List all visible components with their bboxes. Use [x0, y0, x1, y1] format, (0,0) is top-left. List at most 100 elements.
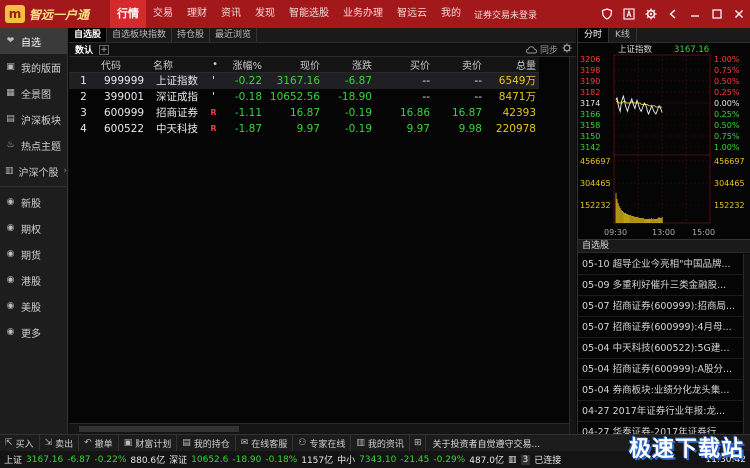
column-header[interactable]: 现价 — [265, 57, 323, 73]
watchlist-tab[interactable]: 自选板块指数 — [107, 28, 173, 42]
close-icon[interactable] — [728, 0, 750, 28]
sidebar-item[interactable]: ◉ 期货 — [0, 241, 67, 267]
sz-price: 10652.6 — [191, 454, 229, 465]
watchlist-tab[interactable]: 持仓股 — [172, 28, 211, 42]
sidebar-item-label: 全景图 — [21, 89, 51, 101]
table-row[interactable]: 1 999999 上证指数 ' -0.22 3167.16 -6.87 -- -- 6549万 — [69, 72, 539, 89]
news-item[interactable]: 05-04 券商板块:业绩分化龙头集... — [578, 380, 743, 401]
font-icon[interactable] — [618, 0, 640, 28]
nav-item[interactable]: 业务办理 — [336, 0, 390, 28]
table-settings-icon[interactable] — [562, 43, 576, 56]
sidebar-item[interactable]: ◉ 美股 — [0, 293, 67, 319]
column-header[interactable]: 涨幅% — [221, 57, 265, 73]
shield-icon[interactable] — [596, 0, 618, 28]
ask-price: 16.87 — [451, 106, 482, 119]
sidebar-item[interactable]: ◉ 新股 — [0, 189, 67, 215]
nav-item[interactable]: 我的 — [434, 0, 468, 28]
announcement-text[interactable]: 关于投资者自觉遵守交易... — [426, 437, 546, 450]
stock-code: 600999 — [104, 106, 145, 119]
column-header[interactable]: 名称 — [153, 57, 209, 73]
function-button[interactable]: ▣ 财富计划 — [119, 434, 178, 452]
hk-icon: ◉ — [6, 275, 15, 285]
column-header[interactable]: 买价 — [375, 57, 433, 73]
sidebar-item[interactable]: ▥ 沪深个股 › — [0, 158, 67, 184]
watchlist-tab[interactable]: 自选股 — [69, 28, 108, 42]
column-header[interactable]: • — [209, 57, 221, 73]
sz-label[interactable]: 深证 — [169, 453, 187, 466]
volume: 220978 — [495, 122, 536, 135]
pct-tick: 0.00% — [714, 99, 740, 108]
connection-status[interactable]: 已连接 — [534, 453, 561, 466]
function-button[interactable]: ▥ 我的资讯 — [351, 434, 410, 452]
sidebar-item[interactable]: ◉ 期权 — [0, 215, 67, 241]
nav-item[interactable]: 交易 — [146, 0, 180, 28]
news-item[interactable]: 05-04 中天科技(600522):5G建... — [578, 338, 743, 359]
column-header[interactable]: 卖价 — [433, 57, 485, 73]
function-button[interactable]: ⇲ 卖出 — [40, 434, 80, 452]
change-pct: -0.18 — [234, 90, 262, 103]
sidebar-item[interactable]: ▤ 沪深板块 — [0, 106, 67, 132]
function-button[interactable]: ⚇ 专家在线 — [293, 434, 352, 452]
online-service-icon: ✉ — [240, 438, 249, 448]
sidebar-item[interactable]: ❤ 自选 — [0, 28, 67, 54]
row-number: 3 — [80, 106, 87, 119]
news-item[interactable]: 05-07 招商证券(600999):4月母... — [578, 317, 743, 338]
sync-button[interactable]: 同步 — [526, 43, 562, 56]
table-row[interactable]: 2 399001 深证成指 ' -0.18 10652.56 -18.90 -- -- 8471万 — [69, 89, 539, 105]
login-status[interactable]: 证券交易未登录 — [468, 8, 543, 21]
scroll-thumb[interactable] — [79, 426, 239, 432]
table-row[interactable]: 3 600999 招商证券 R -1.11 16.87 -0.19 16.86 16.87 423… — [69, 105, 539, 121]
maximize-icon[interactable] — [706, 0, 728, 28]
zx-pct: -0.29% — [433, 454, 466, 465]
main-nav: 行情 交易 理财 资讯 发现 智能选股 业务办理 智远云 我的 — [110, 0, 468, 28]
chart-tab[interactable]: K线 — [609, 28, 637, 42]
news-item[interactable]: 05-07 招商证券(600999):招商局... — [578, 296, 743, 317]
intraday-chart[interactable]: 上证指数 3167.16 3206 1.00% 3198 0.75% 3190 0.50% 31… — [578, 43, 750, 239]
news-item[interactable]: 05-04 招商证券(600999):A股分... — [578, 359, 743, 380]
nav-item[interactable]: 智能选股 — [282, 0, 336, 28]
volume-tick-right: 304465 — [714, 179, 745, 188]
function-label: 撤单 — [94, 439, 113, 450]
table-row[interactable]: 4 600522 中天科技 R -1.87 9.97 -0.19 9.97 9.98 220978 — [69, 121, 539, 137]
change-pct: -0.22 — [221, 72, 265, 89]
news-scrollbar[interactable] — [743, 254, 750, 434]
sidebar-item[interactable]: ◉ 港股 — [0, 267, 67, 293]
news-item[interactable]: 05-09 多重利好催升三类金融股... — [578, 275, 743, 296]
nav-item[interactable]: 行情 — [110, 0, 146, 28]
chart-tab[interactable]: 分时 — [578, 28, 610, 42]
add-function-button[interactable]: ⊞ — [410, 434, 427, 452]
sidebar-item[interactable]: ♨ 热点主题 — [0, 132, 67, 158]
gear-icon[interactable] — [640, 0, 662, 28]
ask-price: 9.98 — [458, 122, 482, 135]
nav-item[interactable]: 发现 — [248, 0, 282, 28]
news-item[interactable]: 05-10 超导企业今亮相"中国品牌... — [578, 254, 743, 275]
nav-item[interactable]: 资讯 — [214, 0, 248, 28]
zx-label[interactable]: 中小 — [337, 453, 355, 466]
column-header[interactable]: 代码 — [101, 57, 153, 73]
table-vertical-scrollbar[interactable] — [569, 57, 576, 434]
function-button[interactable]: ▤ 我的持仓 — [177, 434, 236, 452]
column-header[interactable]: 总量 — [485, 57, 539, 73]
sidebar-item[interactable]: ◉ 更多 — [0, 319, 67, 345]
price-tick: 3142 — [580, 143, 600, 152]
watchlist-tab[interactable]: 最近浏览 — [210, 28, 258, 42]
column-header[interactable]: 涨跌 — [323, 57, 375, 73]
sidebar-item[interactable]: ▦ 全景图 — [0, 80, 67, 106]
sh-label[interactable]: 上证 — [4, 453, 22, 466]
add-group-button[interactable]: + — [99, 44, 110, 55]
function-button[interactable]: ↶ 撤单 — [79, 434, 119, 452]
minimize-icon[interactable] — [684, 0, 706, 28]
column-header[interactable] — [69, 57, 101, 73]
nav-item[interactable]: 智远云 — [390, 0, 434, 28]
news-item[interactable]: 04-27 2017年证券行业年报:龙... — [578, 401, 743, 422]
default-group-label[interactable]: 数认 — [69, 43, 99, 56]
function-button[interactable]: ✉ 在线客服 — [236, 434, 294, 452]
row-mark: R — [210, 108, 217, 117]
nav-item[interactable]: 理财 — [180, 0, 214, 28]
function-button[interactable]: ⇱ 买入 — [0, 434, 40, 452]
bid-price: 16.86 — [399, 106, 430, 119]
table-body: 1 999999 上证指数 ' -0.22 3167.16 -6.87 -- -- 6549万 2 3… — [69, 72, 539, 137]
back-icon[interactable] — [662, 0, 684, 28]
sidebar-item[interactable]: ▣ 我的版面 — [0, 54, 67, 80]
table-horizontal-scrollbar[interactable] — [69, 423, 569, 434]
